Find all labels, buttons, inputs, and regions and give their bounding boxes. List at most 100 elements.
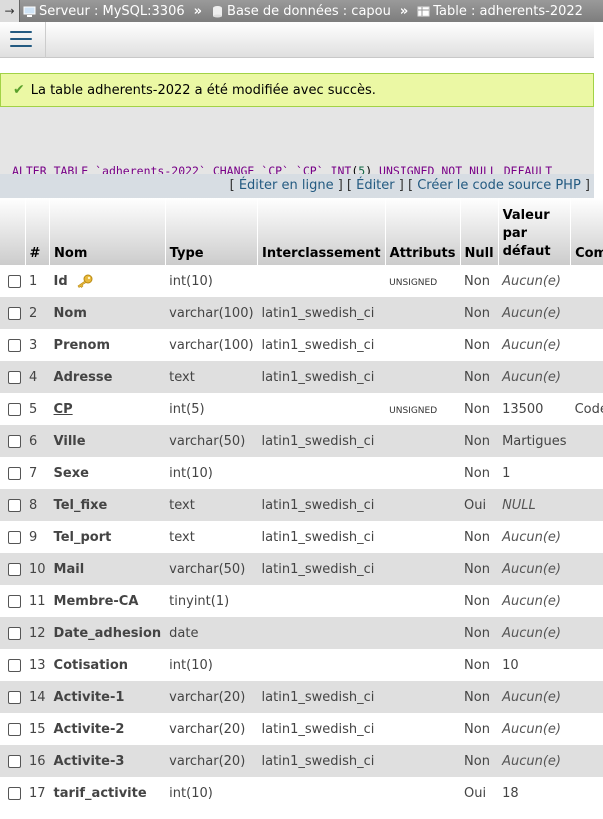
column-comment <box>570 457 603 489</box>
row-checkbox[interactable] <box>8 306 21 320</box>
row-checkbox-cell <box>0 553 25 585</box>
column-type-text: int(10) <box>169 657 213 673</box>
header-attributes[interactable]: Attributs <box>385 198 461 265</box>
column-name: Activite-1 <box>49 681 166 713</box>
sql-token: ALTER <box>12 164 47 174</box>
table-row[interactable]: 6 Ville varchar(50) latin1_swedish_ci Non Mar… <box>0 425 603 457</box>
hamburger-menu-icon[interactable] <box>8 28 34 50</box>
sql-token: DEFAULT <box>503 164 553 174</box>
row-checkbox[interactable] <box>8 626 21 640</box>
column-comment <box>570 489 603 521</box>
column-default: Aucun(e) <box>498 713 571 745</box>
table-row[interactable]: 12 Date_adhesion date Non Aucun(e) <box>0 617 603 649</box>
row-number: 16 <box>25 745 50 777</box>
column-name: Sexe <box>49 457 166 489</box>
row-number: 14 <box>25 681 50 713</box>
row-checkbox[interactable] <box>8 722 21 736</box>
column-name: Activite-3 <box>49 745 166 777</box>
row-checkbox[interactable] <box>8 690 21 704</box>
table-row[interactable]: 14 Activite-1 varchar(20) latin1_swedish_ci… <box>0 681 603 713</box>
column-type-text: int(10) <box>169 465 213 481</box>
row-number: 12 <box>25 617 50 649</box>
table-row[interactable]: 7 Sexe int(10) Non 1 <box>0 457 603 489</box>
header-comment[interactable]: Commentaire <box>570 198 603 265</box>
column-type-text: varchar(20) <box>169 753 246 769</box>
table-row[interactable]: 17 tarif_activite int(10) Oui 18 <box>0 777 603 809</box>
row-checkbox[interactable] <box>8 498 21 512</box>
table-row[interactable]: 11 Membre-CA tinyint(1) Non Aucun(e) <box>0 585 603 617</box>
header-collation[interactable]: Interclassement <box>257 198 386 265</box>
header-type[interactable]: Type <box>165 198 259 265</box>
row-number: 8 <box>25 489 50 521</box>
column-name: Id <box>49 265 166 297</box>
create-php-link[interactable]: Créer le code source PHP <box>417 178 581 193</box>
row-checkbox[interactable] <box>8 594 21 608</box>
row-checkbox[interactable] <box>8 562 21 576</box>
column-type-text: int(10) <box>169 273 213 289</box>
column-null: Non <box>460 585 499 617</box>
header-null[interactable]: Null <box>460 198 499 265</box>
row-checkbox[interactable] <box>8 466 21 480</box>
row-checkbox[interactable] <box>8 402 21 416</box>
column-name-text: Ville <box>53 433 86 449</box>
table-row[interactable]: 8 Tel_fixe text latin1_swedish_ci Oui NULL <box>0 489 603 521</box>
column-null-text: Oui <box>464 785 487 801</box>
table-row[interactable]: 13 Cotisation int(10) Non 10 <box>0 649 603 681</box>
column-name-text: tarif_activite <box>53 785 147 801</box>
table-header-row: # Nom Type Interclassement Attributs Nul… <box>0 198 603 265</box>
row-checkbox[interactable] <box>8 370 21 384</box>
column-default-text: Aucun(e) <box>502 721 561 737</box>
row-number-text: 9 <box>29 529 38 545</box>
column-comment <box>570 329 603 361</box>
column-null: Non <box>460 521 499 553</box>
header-name[interactable]: Nom <box>49 198 166 265</box>
row-number: 5 <box>25 393 50 425</box>
table-row[interactable]: 2 Nom varchar(100) latin1_swedish_ci Non Aucu… <box>0 297 603 329</box>
breadcrumb-table[interactable]: Table : adherents-2022 <box>414 4 586 19</box>
table-row[interactable]: 16 Activite-3 varchar(20) latin1_swedish_ci… <box>0 745 603 777</box>
table-row[interactable]: 15 Activite-2 varchar(20) latin1_swedish_ci… <box>0 713 603 745</box>
column-null: Non <box>460 745 499 777</box>
column-attributes <box>385 457 461 489</box>
table-row[interactable]: 3 Prenom varchar(100) latin1_swedish_ci Non A… <box>0 329 603 361</box>
collapse-arrow-icon[interactable]: → <box>0 0 20 22</box>
table-row[interactable]: 10 Mail varchar(50) latin1_swedish_ci Non Auc… <box>0 553 603 585</box>
row-number: 9 <box>25 521 50 553</box>
row-checkbox[interactable] <box>8 754 21 768</box>
column-null: Non <box>460 713 499 745</box>
table-row[interactable]: 1 Id int(10) UNSIGNED Non Aucun(e) <box>0 265 603 297</box>
row-checkbox[interactable] <box>8 274 21 288</box>
header-default[interactable]: Valeur par défaut <box>498 198 572 265</box>
row-checkbox[interactable] <box>8 658 21 672</box>
column-default: 13500 <box>498 393 571 425</box>
column-name: Adresse <box>49 361 166 393</box>
breadcrumb-server[interactable]: Serveur : MySQL:3306 <box>20 4 188 19</box>
row-checkbox-cell <box>0 329 25 361</box>
breadcrumb-server-label: Serveur : MySQL:3306 <box>39 3 185 19</box>
row-number: 2 <box>25 297 50 329</box>
table-row[interactable]: 5 CP int(5) UNSIGNED Non 13500 Code Postal <box>0 393 603 425</box>
table-row[interactable]: 4 Adresse text latin1_swedish_ci Non Aucun(e) <box>0 361 603 393</box>
column-collation: latin1_swedish_ci <box>257 329 386 361</box>
row-number: 17 <box>25 777 50 809</box>
column-null-text: Non <box>464 721 490 737</box>
column-null: Oui <box>460 777 499 809</box>
breadcrumb-database[interactable]: Base de données : capou <box>208 4 394 19</box>
row-number-text: 13 <box>29 657 46 673</box>
column-attributes-text: UNSIGNED <box>389 277 438 288</box>
row-checkbox[interactable] <box>8 786 21 800</box>
table-icon <box>417 6 430 16</box>
edit-link[interactable]: Éditer <box>356 178 395 193</box>
header-num[interactable]: # <box>25 198 51 265</box>
table-row[interactable]: 9 Tel_port text latin1_swedish_ci Non Aucun(e… <box>0 521 603 553</box>
row-checkbox[interactable] <box>8 530 21 544</box>
column-name-text: Tel_port <box>53 529 112 545</box>
column-collation <box>257 393 386 425</box>
column-collation-text: latin1_swedish_ci <box>261 529 375 545</box>
row-checkbox[interactable] <box>8 338 21 352</box>
column-name: Mail <box>49 553 166 585</box>
column-null-text: Non <box>464 625 490 641</box>
edit-inline-link[interactable]: Éditer en ligne <box>239 178 334 193</box>
row-checkbox[interactable] <box>8 434 21 448</box>
column-default-text: Aucun(e) <box>502 625 561 641</box>
